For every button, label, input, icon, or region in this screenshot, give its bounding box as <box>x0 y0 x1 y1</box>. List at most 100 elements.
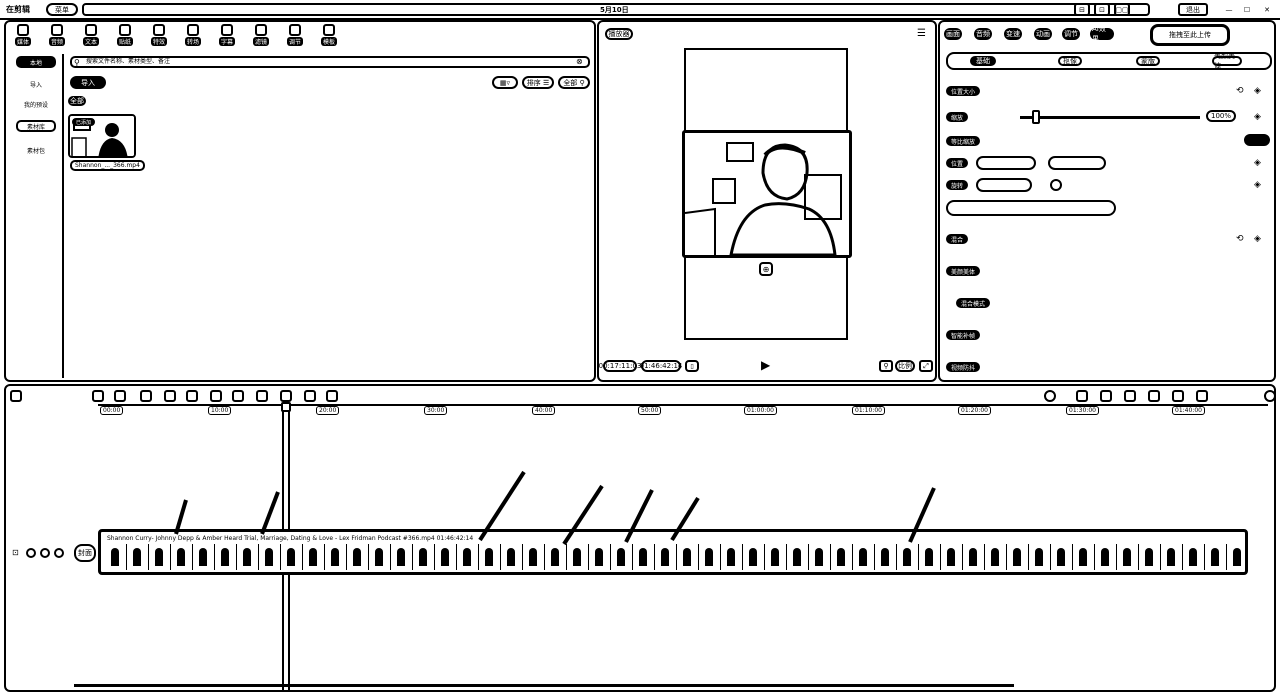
added-badge: 已添加 <box>72 118 96 126</box>
tab-audio[interactable]: 音频 <box>46 24 68 48</box>
top-bar: 在剪辑 菜单 5月10日 ⊟ ⊡ ▢▢ 退出 — ☐ ✕ <box>0 0 1280 20</box>
tab-subtitle[interactable]: 字幕 <box>216 24 238 48</box>
scale-slider[interactable] <box>1020 116 1200 119</box>
subtab-basic[interactable]: 基础 <box>970 56 996 66</box>
tab-picture[interactable]: 画面 <box>944 28 962 40</box>
label-rotation: 旋转 <box>946 180 969 190</box>
position-x-field[interactable] <box>976 156 1036 170</box>
reset-blend-icon[interactable]: ⟲ <box>1236 234 1244 244</box>
tab-ai-effects[interactable]: AI效果 <box>1090 25 1114 43</box>
clear-search-icon[interactable]: ⊗ <box>576 57 583 66</box>
timeline-scrollbar[interactable] <box>74 684 1014 687</box>
properties-panel: 画面 音频 变速 动画 调节 AI效果 拖拽至此上传 基础 抠像 蒙版 美颜美体… <box>938 20 1276 382</box>
view-toggle[interactable]: ▦▿ <box>492 76 518 89</box>
media-filename: Shannon_..._366.mp4 <box>70 160 145 171</box>
rotate-knob-icon[interactable] <box>1050 179 1062 191</box>
filter-icon <box>255 24 267 36</box>
video-preview[interactable] <box>682 130 852 258</box>
import-button[interactable]: 导入 <box>70 76 106 89</box>
panel-toggle-icon[interactable]: ▢▢ <box>1114 3 1130 16</box>
keyframe-rotation-icon[interactable]: ◈ <box>1254 180 1261 190</box>
player-label: 播放器 <box>605 28 633 40</box>
person-preview-icon <box>685 133 849 255</box>
rotation-field[interactable] <box>976 178 1032 192</box>
tab-transition[interactable]: 转场 <box>182 24 204 48</box>
reset-icon[interactable]: ⟲ <box>1236 86 1244 96</box>
ratio-button[interactable]: 比例 <box>895 360 915 372</box>
tab-template[interactable]: 模板 <box>318 24 340 48</box>
project-title: 5月10日 <box>600 6 629 14</box>
sort-button[interactable]: 排序 ☰ <box>522 76 554 89</box>
tab-filter[interactable]: 滤镜 <box>250 24 272 48</box>
fullscreen-icon[interactable]: ▯ <box>685 360 699 372</box>
scale-slider-handle[interactable] <box>1032 110 1040 124</box>
label-position: 位置 <box>946 158 969 168</box>
section-position-size[interactable]: 位置大小 <box>946 86 981 96</box>
menu-dropdown[interactable]: 菜单 <box>46 3 78 16</box>
layout-icon[interactable]: ⊟ <box>1074 3 1090 16</box>
search-icon: ⚲ <box>74 58 80 67</box>
keyframe-scale-icon[interactable]: ◈ <box>1254 112 1261 122</box>
sidebar-item-library[interactable]: 素材库 <box>16 120 56 132</box>
template-icon <box>323 24 335 36</box>
tab-adjust[interactable]: 调节 <box>284 24 306 48</box>
tab-text[interactable]: 文本 <box>80 24 102 48</box>
scale-value[interactable]: 100% <box>1206 110 1236 122</box>
sidebar-item-presets[interactable]: 我的预设 <box>16 98 56 110</box>
audio-icon <box>51 24 63 36</box>
adjust-icon <box>289 24 301 36</box>
media-sidebar: 本地 导入 我的预设 素材库 素材包 <box>10 54 64 378</box>
current-time: 00:17:11:03 <box>598 360 642 372</box>
text-icon <box>85 24 97 36</box>
tab-speed[interactable]: 变速 <box>1004 28 1022 40</box>
section-frame-interp[interactable]: 智能补帧 <box>946 330 981 340</box>
keyframe-icon[interactable]: ◈ <box>1254 86 1261 96</box>
close-button[interactable]: ✕ <box>1260 3 1274 16</box>
tab-animation[interactable]: 动画 <box>1034 28 1052 40</box>
timeline-panel: 00:00 10:00 20:00 30:00 40:00 50:00 01:0… <box>4 384 1276 692</box>
minimize-button[interactable]: — <box>1222 3 1236 16</box>
tab-adjust-prop[interactable]: 调节 <box>1062 28 1080 40</box>
sticker-icon <box>119 24 131 36</box>
section-blend[interactable]: 混合 <box>946 234 969 244</box>
media-panel: 媒体 音频 文本 贴纸 特效 转场 字幕 滤镜 调节 模板 本地 导入 我的预设… <box>4 20 596 382</box>
subtab-beauty[interactable]: 美颜美体 <box>1212 52 1242 70</box>
effects-icon <box>153 24 165 36</box>
tab-sticker[interactable]: 贴纸 <box>114 24 136 48</box>
align-toolbar[interactable] <box>946 200 1116 216</box>
sidebar-item-import[interactable]: 导入 <box>16 78 56 90</box>
section-stabilize[interactable]: 视频防抖 <box>946 362 981 372</box>
upload-button[interactable]: 拖拽至此上传 <box>1150 24 1230 46</box>
zoom-icon[interactable]: ⚲ <box>879 360 893 372</box>
keyframe-blend-icon[interactable]: ◈ <box>1254 234 1261 244</box>
section-beauty[interactable]: 美颜美体 <box>946 266 981 276</box>
section-all-label: 全部 <box>68 96 86 106</box>
transition-icon <box>187 24 199 36</box>
subtab-keying[interactable]: 抠像 <box>1058 56 1082 66</box>
sidebar-item-local[interactable]: 本地 <box>16 56 56 68</box>
maximize-button[interactable]: ☐ <box>1240 3 1254 16</box>
subtab-mask[interactable]: 蒙版 <box>1136 56 1160 66</box>
menu-icon[interactable]: ☰ <box>917 28 926 39</box>
expand-icon[interactable]: ⤢ <box>919 360 933 372</box>
filter-button[interactable]: 全部 ⚲ <box>558 76 590 89</box>
keyframe-position-icon[interactable]: ◈ <box>1254 158 1261 168</box>
label-scale: 缩放 <box>946 112 969 122</box>
blend-mode-label[interactable]: 混合模式 <box>956 298 991 308</box>
rotate-icon[interactable]: ⊕ <box>759 262 773 276</box>
position-y-field[interactable] <box>1048 156 1106 170</box>
search-input[interactable]: 搜索文件名称、素材类型、备注 <box>70 56 590 68</box>
cut-markers <box>174 470 936 546</box>
media-icon <box>17 24 29 36</box>
app-name: 在剪辑 <box>6 5 30 14</box>
tab-audio-prop[interactable]: 音频 <box>974 28 992 40</box>
play-icon[interactable]: ▶ <box>761 358 770 372</box>
media-thumbnail[interactable]: 已添加 <box>68 114 136 158</box>
shortcut-icon[interactable]: ⊡ <box>1094 3 1110 16</box>
sidebar-item-pack[interactable]: 素材包 <box>16 144 56 156</box>
uniform-scale-toggle[interactable] <box>1244 134 1270 146</box>
tab-media[interactable]: 媒体 <box>12 24 34 48</box>
exit-button[interactable]: 退出 <box>1178 3 1208 16</box>
tab-effects[interactable]: 特效 <box>148 24 170 48</box>
subtitle-icon <box>221 24 233 36</box>
